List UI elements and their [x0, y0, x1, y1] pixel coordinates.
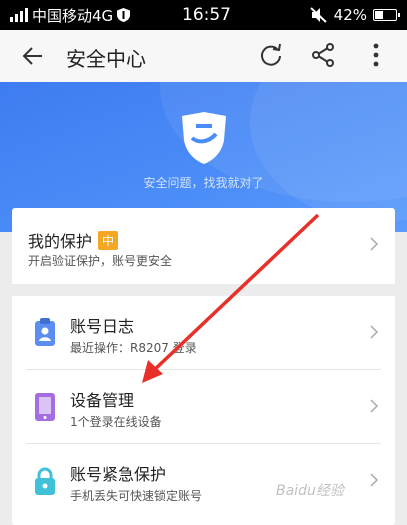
refresh-button[interactable]	[258, 41, 284, 69]
back-arrow-icon	[22, 47, 42, 65]
protection-level-badge: 中	[98, 230, 119, 250]
signal-icon	[10, 8, 28, 22]
share-button[interactable]	[310, 41, 336, 69]
app-bar: 安全中心	[0, 30, 407, 82]
device-icon	[35, 393, 55, 421]
item-title: 设备管理	[70, 391, 135, 410]
banner-wave	[250, 82, 407, 222]
watermark: Baidu经验	[276, 483, 344, 499]
mute-icon	[309, 7, 327, 23]
account-log-icon	[35, 318, 55, 346]
protection-subtitle: 开启验证保护，账号更安全	[28, 254, 173, 268]
battery-percent: 42%	[333, 6, 367, 24]
device-management-row[interactable]: 设备管理 1个登录在线设备	[12, 370, 395, 444]
shield-status-icon	[117, 8, 131, 22]
back-button[interactable]	[20, 42, 48, 70]
chevron-right-icon	[370, 399, 379, 413]
more-icon	[373, 43, 379, 67]
share-icon	[312, 43, 334, 67]
my-protection-row[interactable]: 我的保护 中 开启验证保护，账号更安全	[12, 208, 395, 284]
item-subtitle: 手机丢失可快速锁定账号	[70, 489, 203, 503]
account-log-row[interactable]: 账号日志 最近操作：R8207 登录	[12, 296, 395, 370]
lock-icon	[35, 467, 55, 495]
item-subtitle: 最近操作：R8207 登录	[70, 341, 197, 355]
refresh-icon	[261, 43, 281, 66]
status-left: 中国移动4G	[10, 0, 131, 30]
status-right: 42%	[309, 0, 400, 30]
banner-slogan: 安全问题，找我就对了	[143, 176, 264, 190]
chevron-right-icon	[370, 473, 379, 487]
section-divider	[12, 284, 395, 296]
chevron-right-icon	[370, 237, 379, 251]
my-protection-title: 我的保护 中	[28, 228, 119, 252]
item-title: 账号日志	[70, 317, 135, 336]
status-time: 16:57	[182, 5, 231, 25]
more-button[interactable]	[366, 41, 386, 69]
battery-icon	[373, 9, 400, 21]
security-card: 我的保护 中 开启验证保护，账号更安全 账号日志 最近操作：R8207 登录 设…	[12, 208, 395, 525]
shield-icon	[182, 112, 226, 164]
status-bar: 中国移动4G 16:57 42%	[0, 0, 407, 30]
page-title: 安全中心	[66, 47, 146, 71]
carrier-label: 中国移动4G	[32, 6, 114, 25]
item-title: 账号紧急保护	[70, 465, 167, 484]
protection-label: 我的保护	[28, 232, 93, 251]
item-subtitle: 1个登录在线设备	[70, 415, 162, 429]
chevron-right-icon	[370, 325, 379, 339]
